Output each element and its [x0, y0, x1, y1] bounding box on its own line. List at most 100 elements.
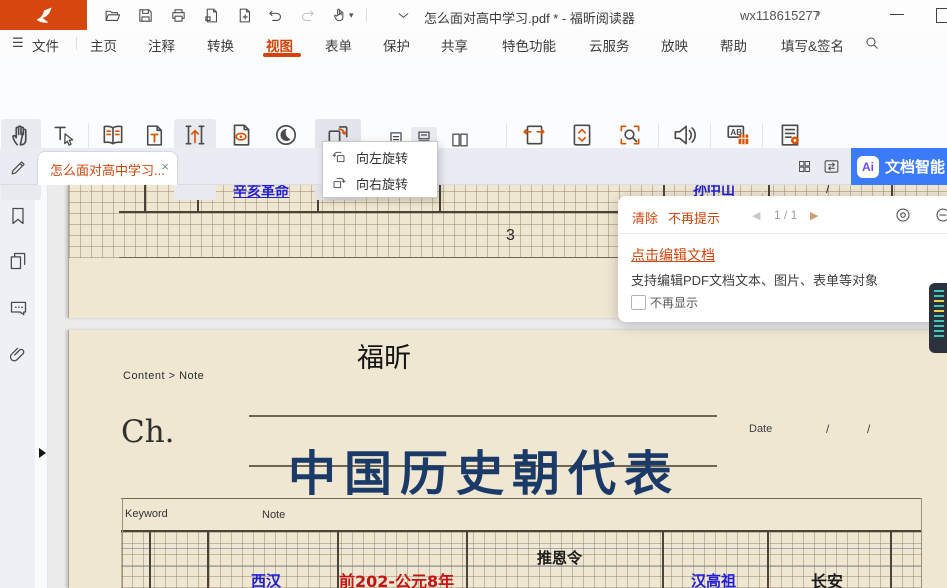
menu-features[interactable]: 特色功能 [502, 35, 556, 55]
rotate-right-menu-item[interactable]: 向右旋转 [323, 170, 437, 196]
reverse-reading-icon [182, 122, 208, 148]
menu-view[interactable]: 视图 [266, 35, 293, 55]
menu-share[interactable]: 共享 [441, 35, 468, 55]
grid-view-icon [797, 159, 812, 174]
menu-comment[interactable]: 注释 [148, 35, 175, 55]
page2-watermark: 福昕 [357, 336, 411, 375]
page1-table-vline [439, 185, 441, 211]
page2-notebook-line [121, 548, 921, 549]
foxit-reader-window: 辛亥革命 孙中山 / 3 福昕 Content > Note Ch. Date … [0, 0, 947, 588]
page2-table-vline [149, 530, 151, 588]
menu-form[interactable]: 表单 [325, 35, 352, 55]
menubar-separator [76, 37, 77, 50]
sidebar-pages-button[interactable] [8, 251, 28, 271]
sidebar-expand-handle[interactable] [39, 448, 46, 458]
account-caret-icon[interactable]: ▾ [816, 9, 821, 20]
pages-icon [8, 251, 28, 271]
menu-help[interactable]: 帮助 [720, 35, 747, 55]
notification-divider [618, 233, 947, 234]
touch-mode-button[interactable] [330, 6, 348, 24]
annotate-quick-button[interactable] [9, 158, 28, 177]
open-file-button[interactable] [103, 6, 121, 24]
account-name[interactable]: wx118615277 [740, 8, 820, 23]
menu-present[interactable]: 放映 [661, 35, 688, 55]
edit-document-link[interactable]: 点击编辑文档 [631, 245, 715, 265]
redo-button[interactable] [298, 6, 316, 24]
page2-date-slash-2: / [867, 422, 870, 436]
page2-date-label: Date [749, 423, 772, 435]
save-icon [137, 7, 154, 24]
facing-pages-icon [450, 130, 470, 150]
rotate-left-menu-item[interactable]: 向左旋转 [323, 144, 437, 170]
page2-note-label: Note [262, 509, 285, 521]
pager-next-icon[interactable]: ▶ [810, 209, 818, 222]
pencil-icon [9, 158, 28, 177]
page-box-icon [203, 7, 220, 24]
sidebar-comments-button[interactable] [8, 298, 28, 318]
page2-cell-period: 前202-公元8年 [339, 568, 454, 588]
tab-switch-button[interactable] [823, 158, 840, 175]
open-book-icon [100, 122, 126, 148]
clear-button[interactable]: 清除 [632, 208, 658, 227]
search-icon [864, 35, 880, 51]
ai-assistant-button[interactable]: Ai 文档智能 [851, 148, 947, 185]
toolbar-stripe [934, 295, 944, 297]
page2-breadcrumb: Content > Note [123, 370, 204, 382]
menu-cloud[interactable]: 云服务 [589, 35, 630, 55]
foxit-logo[interactable] [0, 0, 87, 30]
page2-notebook-line [121, 566, 921, 567]
menu-fill-sign[interactable]: 填写&签名 [781, 35, 844, 55]
page2-cell-emperor[interactable]: 汉高祖 [691, 570, 736, 588]
hand-pointer-icon [331, 7, 347, 23]
printer-icon [170, 7, 187, 24]
titlebar: ▾ 怎么面对高中学习.pdf * - 福昕阅读器 wx118615277 ▾ — [0, 0, 947, 31]
reflow-page-icon [142, 123, 167, 148]
sidebar-attachments-button[interactable] [8, 345, 28, 365]
print-page-button[interactable] [202, 6, 220, 24]
sidebar-bookmarks-button[interactable] [8, 206, 28, 226]
pager-prev-icon[interactable]: ◀ [752, 209, 760, 222]
dont-show-checkbox[interactable] [631, 295, 646, 310]
dont-show-label[interactable]: 不再显示 [650, 294, 698, 311]
print-button[interactable] [169, 6, 187, 24]
document-tab-label[interactable]: 怎么面对高中学习... [50, 160, 165, 179]
maximize-button[interactable] [936, 8, 947, 23]
navigation-sidebar [0, 185, 35, 588]
tab-close-icon[interactable]: × [161, 159, 169, 174]
page2-table-vline [466, 530, 468, 588]
toolbar-stripe [934, 335, 944, 337]
menu-search-button[interactable] [864, 35, 880, 51]
ribbon-view-tab: 手型 工具 选择 ▾ 阅读 模式 重排 逆序 阅读 文本 [0, 57, 947, 149]
undo-button[interactable] [266, 6, 284, 24]
notification-settings-button[interactable] [894, 206, 912, 224]
collapse-toolbar-button[interactable] [394, 6, 412, 24]
page2-rule [121, 498, 921, 499]
comment-bubble-icon [8, 298, 29, 319]
document-tab[interactable]: 怎么面对高中学习... × [37, 151, 178, 185]
touch-mode-caret-icon[interactable]: ▾ [349, 10, 354, 21]
notification-collapse-button[interactable] [934, 206, 947, 224]
sidebar-panel-collapsed [35, 185, 48, 588]
pdf-page-2[interactable]: 福昕 Content > Note Ch. Date / / 中国历史朝代表 K… [68, 330, 947, 588]
speaker-icon [671, 122, 697, 148]
menu-convert[interactable]: 转换 [207, 35, 234, 55]
toolbar-stripe [934, 300, 944, 302]
page2-table-vline [207, 530, 209, 588]
menu-protect[interactable]: 保护 [383, 35, 410, 55]
toolbar-stripe [934, 315, 944, 317]
dont-remind-button[interactable]: 不再提示 [668, 208, 720, 227]
page2-table-vline [767, 530, 769, 588]
add-page-button[interactable] [235, 6, 253, 24]
menu-file[interactable]: 文件 [32, 35, 59, 55]
save-button[interactable] [136, 6, 154, 24]
page2-table-vline-outer [122, 498, 123, 588]
page-add-icon [236, 7, 253, 24]
foxit-bird-icon [32, 3, 56, 27]
menu-home[interactable]: 主页 [90, 35, 117, 55]
page2-cell-dynasty[interactable]: 西汉 [251, 570, 281, 588]
hamburger-icon[interactable]: ☰ [12, 35, 24, 51]
minimize-button[interactable]: — [890, 5, 904, 21]
redo-icon [299, 7, 316, 24]
floating-toolbar-collapsed[interactable] [929, 283, 947, 353]
thumbnail-view-button[interactable] [797, 159, 812, 174]
